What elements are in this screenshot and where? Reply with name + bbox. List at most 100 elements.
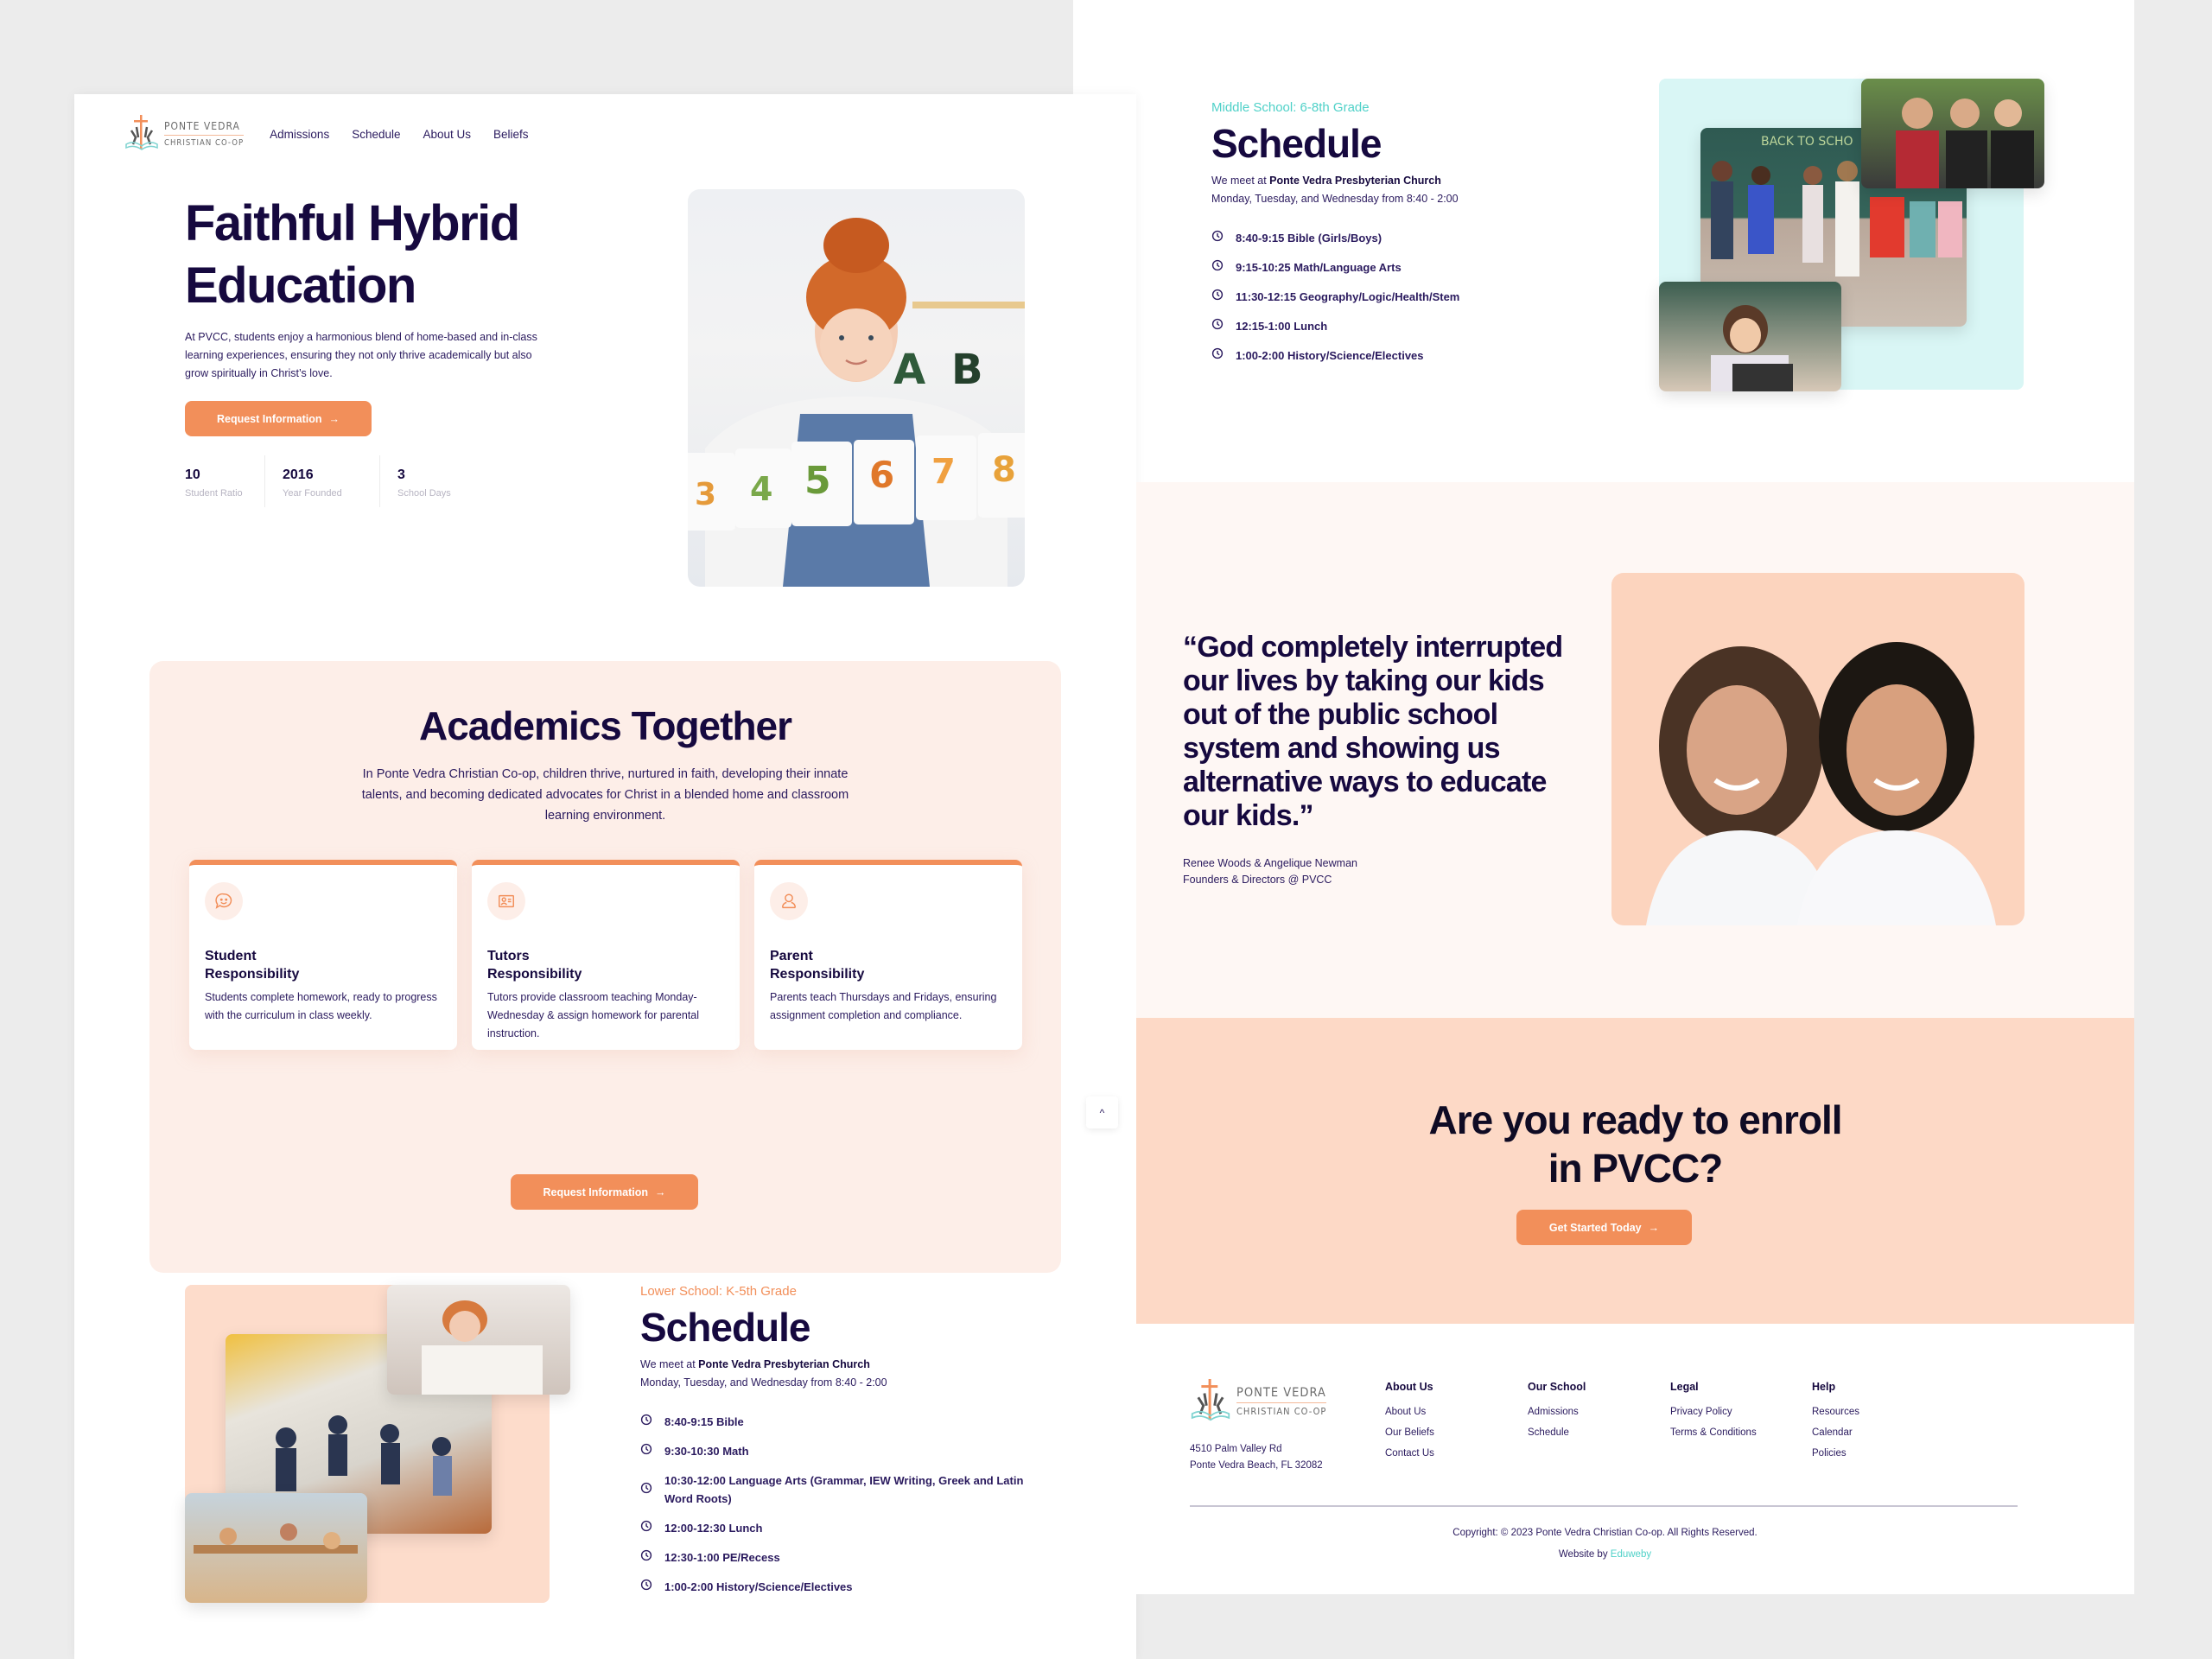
chevron-up-icon: ^ bbox=[1099, 1106, 1105, 1119]
middle-school-photo-collage: BACK TO SCHO bbox=[1659, 79, 2044, 391]
card-tutors-responsibility: Tutors Responsibility Tutors provide cla… bbox=[472, 860, 740, 1050]
footer-copyright: Copyright: © 2023 Ponte Vedra Christian … bbox=[1452, 1528, 1758, 1538]
footer-link-contact-us[interactable]: Contact Us bbox=[1385, 1448, 1434, 1459]
site-footer: PONTE VEDRA CHRISTIAN CO-OP 4510 Palm Va… bbox=[1136, 1324, 2134, 1594]
user-icon bbox=[770, 882, 808, 920]
footer-column-about-us: About Us About Us Our Beliefs Contact Us bbox=[1385, 1381, 1434, 1469]
footer-credit: Website by Eduweby bbox=[1136, 1549, 2074, 1560]
card-description: Students complete homework, ready to pro… bbox=[205, 991, 437, 1021]
schedule-item: 9:15-10:25 Math/Language Arts bbox=[1211, 258, 1459, 276]
arrow-right-icon: → bbox=[1648, 1221, 1660, 1234]
nav-about-us[interactable]: About Us bbox=[423, 128, 472, 141]
hero-description: At PVCC, students enjoy a harmonious ble… bbox=[185, 331, 537, 379]
clock-icon bbox=[640, 1413, 652, 1431]
logo-cross-icon bbox=[1191, 1379, 1230, 1421]
stat-value: 3 bbox=[397, 467, 405, 482]
schedule-item-text: 9:15-10:25 Math/Language Arts bbox=[1236, 261, 1402, 274]
footer-link-about-us[interactable]: About Us bbox=[1385, 1407, 1434, 1417]
schedule-item-text: 8:40-9:15 Bible bbox=[664, 1415, 744, 1428]
hero-stats: 10 Student Ratio 2016 Year Founded 3 Sch… bbox=[185, 455, 486, 507]
scroll-to-top-button[interactable]: ^ bbox=[1086, 1096, 1118, 1128]
footer-link-policies[interactable]: Policies bbox=[1812, 1448, 1859, 1459]
svg-text:A: A bbox=[893, 346, 925, 394]
lower-school-title: Schedule bbox=[640, 1305, 811, 1350]
arrow-right-icon: → bbox=[328, 412, 340, 425]
meet-days: Monday, Tuesday, and Wednesday from 8:40… bbox=[1211, 193, 1459, 205]
footer-link-our-beliefs[interactable]: Our Beliefs bbox=[1385, 1427, 1434, 1438]
lower-school-photo-collage bbox=[185, 1285, 570, 1603]
arrow-right-icon: → bbox=[655, 1185, 666, 1198]
footer-column-legal: Legal Privacy Policy Terms & Conditions bbox=[1670, 1381, 1757, 1448]
nav-beliefs[interactable]: Beliefs bbox=[493, 128, 529, 141]
site-logo[interactable]: PONTE VEDRA CHRISTIAN CO-OP bbox=[124, 115, 245, 153]
hero-title: Faithful Hybrid Education bbox=[185, 193, 520, 317]
footer-logo[interactable]: PONTE VEDRA CHRISTIAN CO-OP bbox=[1190, 1379, 1327, 1424]
hero-photo: A B 3 4 5 6 7 8 bbox=[688, 189, 1025, 587]
card-parent-responsibility: Parent Responsibility Parents teach Thur… bbox=[754, 860, 1022, 1050]
founders-photo bbox=[1611, 573, 2024, 925]
card-title: Parent Responsibility bbox=[770, 949, 865, 982]
meet-place: Ponte Vedra Presbyterian Church bbox=[1269, 175, 1441, 187]
stat-value: 10 bbox=[185, 467, 200, 482]
card-title: Tutors Responsibility bbox=[487, 949, 582, 982]
clock-icon bbox=[1211, 317, 1224, 335]
clock-icon bbox=[1211, 258, 1224, 276]
schedule-item-text: 12:15-1:00 Lunch bbox=[1236, 320, 1328, 333]
svg-text:5: 5 bbox=[804, 459, 831, 503]
meet-days: Monday, Tuesday, and Wednesday from 8:40… bbox=[640, 1376, 887, 1389]
testimonial-attribution: Renee Woods & Angelique Newman Founders … bbox=[1183, 855, 1357, 888]
get-started-today-button[interactable]: Get Started Today → bbox=[1516, 1210, 1692, 1245]
classroom-desks-photo bbox=[185, 1493, 367, 1603]
footer-link-terms-conditions[interactable]: Terms & Conditions bbox=[1670, 1427, 1757, 1438]
schedule-item-text: 12:00-12:30 Lunch bbox=[664, 1522, 763, 1535]
middle-school-kicker: Middle School: 6-8th Grade bbox=[1211, 100, 1370, 115]
clock-icon bbox=[640, 1442, 652, 1460]
hero-title-line-2: Education bbox=[185, 257, 416, 314]
testimonial-quote: “God completely interrupted our lives by… bbox=[1183, 631, 1563, 832]
request-information-button[interactable]: Request Information → bbox=[185, 401, 372, 436]
svg-text:4: 4 bbox=[750, 470, 772, 508]
nav-admissions[interactable]: Admissions bbox=[270, 128, 329, 141]
svg-text:6: 6 bbox=[869, 454, 894, 496]
schedule-item-text: 8:40-9:15 Bible (Girls/Boys) bbox=[1236, 232, 1382, 245]
footer-link-admissions[interactable]: Admissions bbox=[1528, 1407, 1586, 1417]
meet-prefix: We meet at bbox=[640, 1358, 699, 1370]
stat-year-founded: 2016 Year Founded bbox=[283, 455, 380, 507]
footer-address: 4510 Palm Valley Rd Ponte Vedra Beach, F… bbox=[1190, 1441, 1323, 1474]
clock-icon bbox=[640, 1578, 652, 1596]
footer-column-heading: Legal bbox=[1670, 1381, 1699, 1393]
logo-line-1: PONTE VEDRA bbox=[164, 120, 245, 136]
schedule-item: 12:15-1:00 Lunch bbox=[1211, 317, 1459, 335]
schedule-item: 1:00-2:00 History/Science/Electives bbox=[640, 1578, 1027, 1596]
clock-icon bbox=[640, 1548, 652, 1567]
testimonial-author: Renee Woods & Angelique Newman bbox=[1183, 857, 1357, 869]
address-line-1: 4510 Palm Valley Rd bbox=[1190, 1444, 1282, 1454]
academics-section: Academics Together In Ponte Vedra Christ… bbox=[149, 661, 1061, 1273]
stat-label: Student Ratio bbox=[185, 488, 243, 499]
schedule-item: 11:30-12:15 Geography/Logic/Health/Stem bbox=[1211, 288, 1459, 306]
footer-column-heading: Our School bbox=[1528, 1381, 1586, 1393]
lower-school-schedule: Lower School: K-5th Grade Schedule We me… bbox=[640, 1284, 1027, 1607]
academics-request-information-button[interactable]: Request Information → bbox=[511, 1174, 698, 1210]
lower-school-schedule-list: 8:40-9:15 Bible 9:30-10:30 Math 10:30-12:0… bbox=[640, 1413, 1027, 1596]
svg-text:8: 8 bbox=[992, 450, 1016, 490]
lower-school-meeting-info: We meet at Ponte Vedra Presbyterian Chur… bbox=[640, 1356, 1027, 1392]
clock-icon bbox=[1211, 346, 1224, 365]
enroll-cta-section: Are you ready to enroll in PVCC? Get Sta… bbox=[1136, 1018, 2134, 1324]
eduweby-link[interactable]: Eduweby bbox=[1611, 1549, 1651, 1560]
footer-column-help: Help Resources Calendar Policies bbox=[1812, 1381, 1859, 1469]
nav-schedule[interactable]: Schedule bbox=[352, 128, 400, 141]
academics-description: In Ponte Vedra Christian Co-op, children… bbox=[361, 767, 849, 823]
svg-text:BACK TO SCHO: BACK TO SCHO bbox=[1761, 135, 1853, 149]
schedule-item: 10:30-12:00 Language Arts (Grammar, IEW … bbox=[640, 1471, 1027, 1508]
logo-line-1: PONTE VEDRA bbox=[1236, 1386, 1327, 1403]
schedule-item-text: 1:00-2:00 History/Science/Electives bbox=[1236, 349, 1424, 362]
girl-with-number-cards-image: A B 3 4 5 6 7 8 bbox=[688, 218, 1025, 587]
footer-link-privacy-policy[interactable]: Privacy Policy bbox=[1670, 1407, 1757, 1417]
stat-student-ratio: 10 Student Ratio bbox=[185, 455, 265, 507]
footer-link-schedule[interactable]: Schedule bbox=[1528, 1427, 1586, 1438]
footer-link-resources[interactable]: Resources bbox=[1812, 1407, 1859, 1417]
footer-link-calendar[interactable]: Calendar bbox=[1812, 1427, 1859, 1438]
middle-school-title: Schedule bbox=[1211, 121, 1382, 166]
clock-icon bbox=[1211, 288, 1224, 306]
